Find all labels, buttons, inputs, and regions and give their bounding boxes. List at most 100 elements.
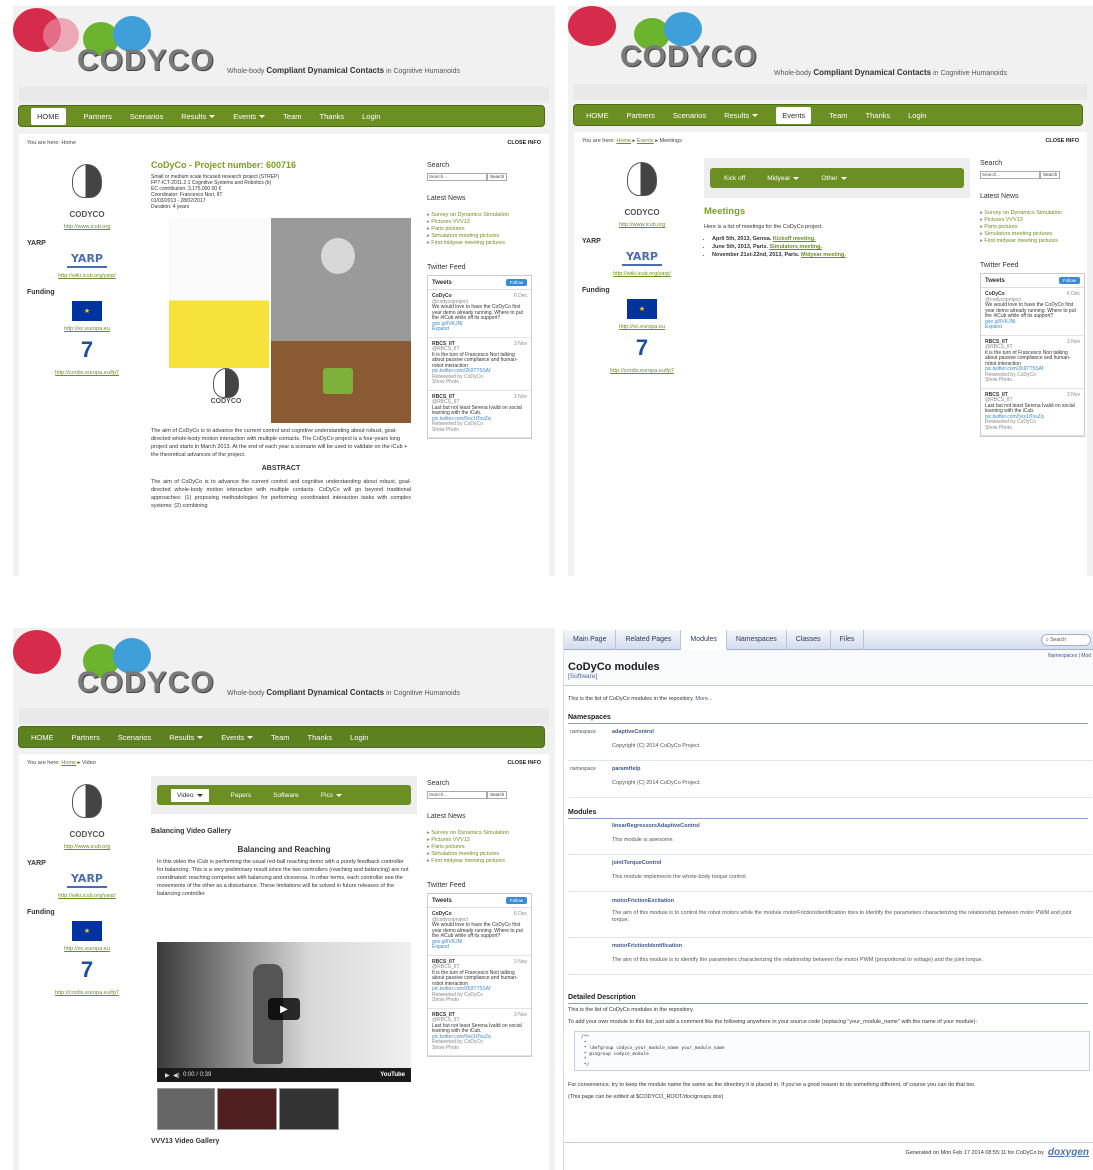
nav-thanks[interactable]: Thanks [320, 112, 345, 121]
ec-link[interactable]: http://ec.europa.eu [582, 324, 702, 330]
close-info-button[interactable]: CLOSE INFO [507, 760, 541, 766]
news-item[interactable]: Pictures VVV13 [427, 837, 537, 843]
yarp-logo[interactable]: YARP [67, 252, 107, 268]
search-input[interactable]: ⌕ Search [1041, 634, 1091, 646]
module-link[interactable]: linearRegressorsAdaptiveControl [612, 823, 700, 829]
tab-namespaces[interactable]: Namespaces [727, 630, 787, 650]
close-info-button[interactable]: CLOSE INFO [1045, 138, 1079, 144]
module-link[interactable]: jointTorqueControl [612, 860, 661, 866]
nav-partners[interactable]: Partners [84, 112, 112, 121]
tab-modules[interactable]: Modules [681, 630, 727, 650]
namespace-link[interactable]: adaptiveControl [612, 729, 654, 735]
nav-scenarios[interactable]: Scenarios [118, 733, 151, 742]
site-logo[interactable]: CODYCO [77, 44, 215, 78]
play-small-icon[interactable]: ▶ [165, 1072, 170, 1079]
site-logo[interactable]: CODYCO [620, 40, 758, 74]
nav-login[interactable]: Login [350, 733, 368, 742]
news-item[interactable]: Simulators meeting pictures [980, 231, 1090, 237]
show-photo-link[interactable]: Show Photo [432, 1045, 459, 1051]
search-button[interactable]: Search [487, 791, 508, 799]
search-button[interactable]: Search [487, 173, 508, 181]
nav-thanks[interactable]: Thanks [308, 733, 333, 742]
summary-links[interactable]: Namespaces | Mod [1048, 653, 1091, 659]
eu-flag-icon[interactable]: ★ [72, 301, 102, 321]
video-thumbnail[interactable] [157, 1088, 215, 1130]
nav-partners[interactable]: Partners [627, 111, 655, 120]
tab-classes[interactable]: Classes [787, 630, 831, 650]
show-photo-link[interactable]: Show Photo [432, 427, 459, 433]
video-thumbnail[interactable] [279, 1088, 339, 1130]
nav-results[interactable]: Results [169, 733, 204, 742]
nav-login[interactable]: Login [362, 112, 380, 121]
nav-home[interactable]: HOME [31, 733, 54, 742]
news-item[interactable]: Pictures VVV13 [427, 219, 537, 225]
module-link[interactable]: motorFrictionIdentification [612, 943, 682, 949]
play-icon[interactable]: ▶ [268, 998, 300, 1020]
news-item[interactable]: Paris pictures [427, 844, 537, 850]
meeting-link[interactable]: Kickoff meeting. [773, 236, 816, 242]
fp7-link[interactable]: http://cordis.europa.eu/fp7 [582, 368, 702, 374]
breadcrumb-events[interactable]: Events [637, 138, 654, 144]
eu-flag-icon[interactable]: ★ [72, 921, 102, 941]
breadcrumb-home[interactable]: Home [61, 760, 76, 766]
doxygen-logo[interactable]: doxygen [1048, 1147, 1089, 1158]
news-item[interactable]: First midyear meeting pictures [980, 238, 1090, 244]
show-photo-link[interactable]: Show Photo [432, 379, 459, 385]
icub-logo[interactable] [617, 160, 667, 206]
search-button[interactable]: Search [1040, 171, 1061, 179]
video-thumbnail[interactable] [217, 1088, 277, 1130]
nav-events[interactable]: Events [221, 733, 254, 742]
nav-login[interactable]: Login [908, 111, 926, 120]
eu-flag-icon[interactable]: ★ [627, 299, 657, 319]
yarp-link[interactable]: http://wiki.icub.org/yarp/ [27, 273, 147, 279]
nav-home[interactable]: HOME [586, 111, 609, 120]
meeting-link[interactable]: Midyear meeting. [801, 252, 846, 258]
tab-main-page[interactable]: Main Page [564, 630, 617, 650]
search-input[interactable]: Search... [427, 173, 487, 181]
news-item[interactable]: First midyear meeting pictures [427, 858, 537, 864]
module-link[interactable]: motorFrictionExcitation [612, 898, 674, 904]
news-item[interactable]: First midyear meeting pictures [427, 240, 537, 246]
news-item[interactable]: Paris pictures [980, 224, 1090, 230]
more-link[interactable]: More... [695, 696, 712, 702]
fp7-link[interactable]: http://cordis.europa.eu/fp7 [27, 990, 147, 996]
close-info-button[interactable]: CLOSE INFO [507, 140, 541, 146]
icub-link[interactable]: http://www.icub.org [582, 222, 702, 228]
follow-button[interactable]: Follow [505, 897, 527, 904]
icub-logo[interactable] [62, 162, 112, 208]
nav-results[interactable]: Results [724, 111, 759, 120]
tab-kickoff[interactable]: Kick off [724, 175, 745, 182]
fp7-logo[interactable]: 7 [70, 957, 104, 985]
tweet-expand[interactable]: Expand [985, 324, 1002, 330]
site-logo[interactable]: CODYCO [77, 666, 215, 700]
ec-link[interactable]: http://ec.europa.eu [27, 326, 147, 332]
news-item[interactable]: Survey on Dynamics Simulation [427, 212, 537, 218]
icub-link[interactable]: http://www.icub.org [27, 224, 147, 230]
breadcrumb-home[interactable]: Home [616, 138, 631, 144]
nav-team[interactable]: Team [283, 112, 301, 121]
news-item[interactable]: Survey on Dynamics Simulation [427, 830, 537, 836]
fp7-logo[interactable]: 7 [70, 337, 104, 365]
nav-team[interactable]: Team [271, 733, 289, 742]
yarp-link[interactable]: http://wiki.icub.org/yarp/ [582, 271, 702, 277]
nav-scenarios[interactable]: Scenarios [673, 111, 706, 120]
search-input[interactable]: Search... [980, 171, 1040, 179]
fp7-logo[interactable]: 7 [625, 335, 659, 363]
nav-results[interactable]: Results [181, 112, 216, 121]
nav-team[interactable]: Team [829, 111, 847, 120]
nav-thanks[interactable]: Thanks [866, 111, 891, 120]
tweet-expand[interactable]: Expand [432, 326, 449, 332]
tab-software[interactable]: Software [273, 792, 299, 799]
search-input[interactable]: Search... [427, 791, 487, 799]
tab-midyear[interactable]: Midyear [767, 175, 800, 182]
nav-partners[interactable]: Partners [72, 733, 100, 742]
yarp-logo[interactable]: YARP [67, 872, 107, 888]
nav-home[interactable]: HOME [31, 107, 66, 125]
yarp-link[interactable]: http://wiki.icub.org/yarp/ [27, 893, 147, 899]
video-player[interactable]: ▶ ▶ ◀) 0:00 / 0:39 YouTube [157, 942, 411, 1082]
news-item[interactable]: Survey on Dynamics Simulation [980, 210, 1090, 216]
follow-button[interactable]: Follow [505, 279, 527, 286]
nav-scenarios[interactable]: Scenarios [130, 112, 163, 121]
news-item[interactable]: Paris pictures [427, 226, 537, 232]
show-photo-link[interactable]: Show Photo [432, 997, 459, 1003]
